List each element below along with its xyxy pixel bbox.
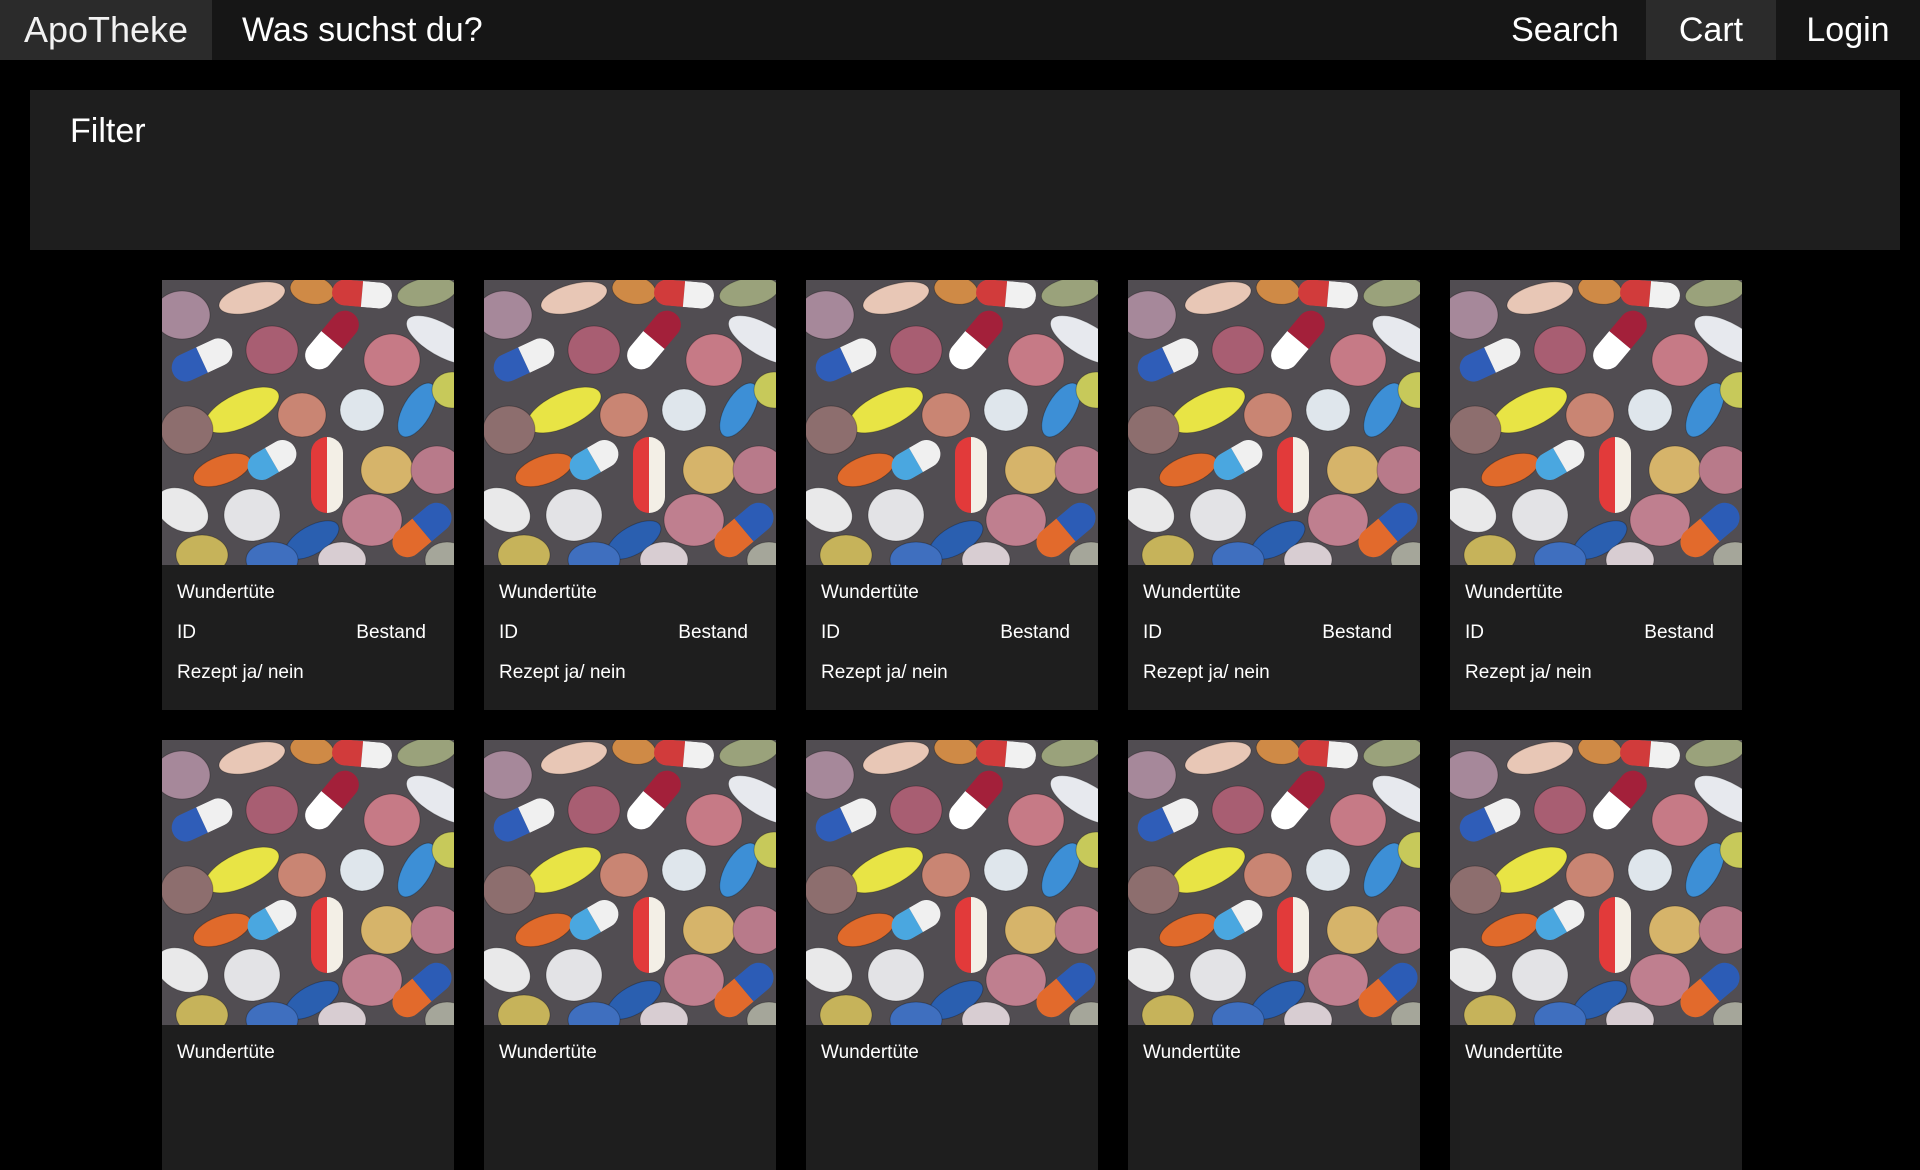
product-stock-label: Bestand bbox=[1644, 622, 1714, 643]
product-prescription-label: Rezept ja/ nein bbox=[177, 662, 304, 683]
pills-photo-graphic bbox=[484, 280, 776, 565]
product-image bbox=[806, 280, 1098, 565]
product-name: Wundertüte bbox=[821, 1042, 919, 1063]
product-id-label: ID bbox=[1143, 622, 1162, 643]
product-card[interactable]: Wundertüte ID Bestand Rezept ja/ nein bbox=[1128, 280, 1420, 710]
product-name: Wundertüte bbox=[1465, 1042, 1563, 1063]
product-card[interactable]: Wundertüte bbox=[1128, 740, 1420, 1170]
product-image bbox=[162, 280, 454, 565]
filter-title: Filter bbox=[70, 112, 146, 150]
search-input[interactable] bbox=[212, 0, 1412, 60]
pills-photo-graphic bbox=[162, 280, 454, 565]
pills-photo-graphic bbox=[1450, 740, 1742, 1025]
product-image bbox=[1128, 740, 1420, 1025]
product-card[interactable]: Wundertüte bbox=[484, 740, 776, 1170]
top-navigation-bar: ApoTheke Search Cart Login bbox=[0, 0, 1920, 60]
product-prescription-label: Rezept ja/ nein bbox=[821, 662, 948, 683]
product-image bbox=[1450, 740, 1742, 1025]
product-image bbox=[162, 740, 454, 1025]
pills-photo-graphic bbox=[806, 280, 1098, 565]
product-prescription-label: Rezept ja/ nein bbox=[1143, 662, 1270, 683]
product-card[interactable]: Wundertüte bbox=[1450, 740, 1742, 1170]
product-card[interactable]: Wundertüte ID Bestand Rezept ja/ nein bbox=[162, 280, 454, 710]
product-card[interactable]: Wundertüte ID Bestand Rezept ja/ nein bbox=[484, 280, 776, 710]
product-name: Wundertüte bbox=[177, 582, 275, 603]
product-id-label: ID bbox=[1465, 622, 1484, 643]
product-image bbox=[1128, 280, 1420, 565]
login-button[interactable]: Login bbox=[1776, 0, 1920, 60]
filter-panel: Filter bbox=[30, 90, 1900, 250]
product-image bbox=[484, 740, 776, 1025]
search-button[interactable]: Search bbox=[1484, 0, 1646, 60]
product-id-label: ID bbox=[821, 622, 840, 643]
product-card[interactable]: Wundertüte bbox=[162, 740, 454, 1170]
cart-button[interactable]: Cart bbox=[1646, 0, 1776, 60]
product-name: Wundertüte bbox=[1465, 582, 1563, 603]
product-prescription-label: Rezept ja/ nein bbox=[1465, 662, 1592, 683]
product-name: Wundertüte bbox=[499, 1042, 597, 1063]
product-id-label: ID bbox=[499, 622, 518, 643]
product-card[interactable]: Wundertüte ID Bestand Rezept ja/ nein bbox=[806, 280, 1098, 710]
product-name: Wundertüte bbox=[1143, 582, 1241, 603]
brand-logo[interactable]: ApoTheke bbox=[0, 0, 212, 60]
pills-photo-graphic bbox=[1128, 280, 1420, 565]
pills-photo-graphic bbox=[162, 740, 454, 1025]
pills-photo-graphic bbox=[1128, 740, 1420, 1025]
product-name: Wundertüte bbox=[821, 582, 919, 603]
product-prescription-label: Rezept ja/ nein bbox=[499, 662, 626, 683]
product-card[interactable]: Wundertüte bbox=[806, 740, 1098, 1170]
product-stock-label: Bestand bbox=[1322, 622, 1392, 643]
pills-photo-graphic bbox=[484, 740, 776, 1025]
product-name: Wundertüte bbox=[499, 582, 597, 603]
product-image bbox=[806, 740, 1098, 1025]
pills-photo-graphic bbox=[1450, 280, 1742, 565]
product-name: Wundertüte bbox=[177, 1042, 275, 1063]
pills-photo-graphic bbox=[806, 740, 1098, 1025]
product-stock-label: Bestand bbox=[678, 622, 748, 643]
product-id-label: ID bbox=[177, 622, 196, 643]
product-name: Wundertüte bbox=[1143, 1042, 1241, 1063]
product-image bbox=[484, 280, 776, 565]
product-stock-label: Bestand bbox=[1000, 622, 1070, 643]
product-image bbox=[1450, 280, 1742, 565]
product-card[interactable]: Wundertüte ID Bestand Rezept ja/ nein bbox=[1450, 280, 1742, 710]
product-stock-label: Bestand bbox=[356, 622, 426, 643]
